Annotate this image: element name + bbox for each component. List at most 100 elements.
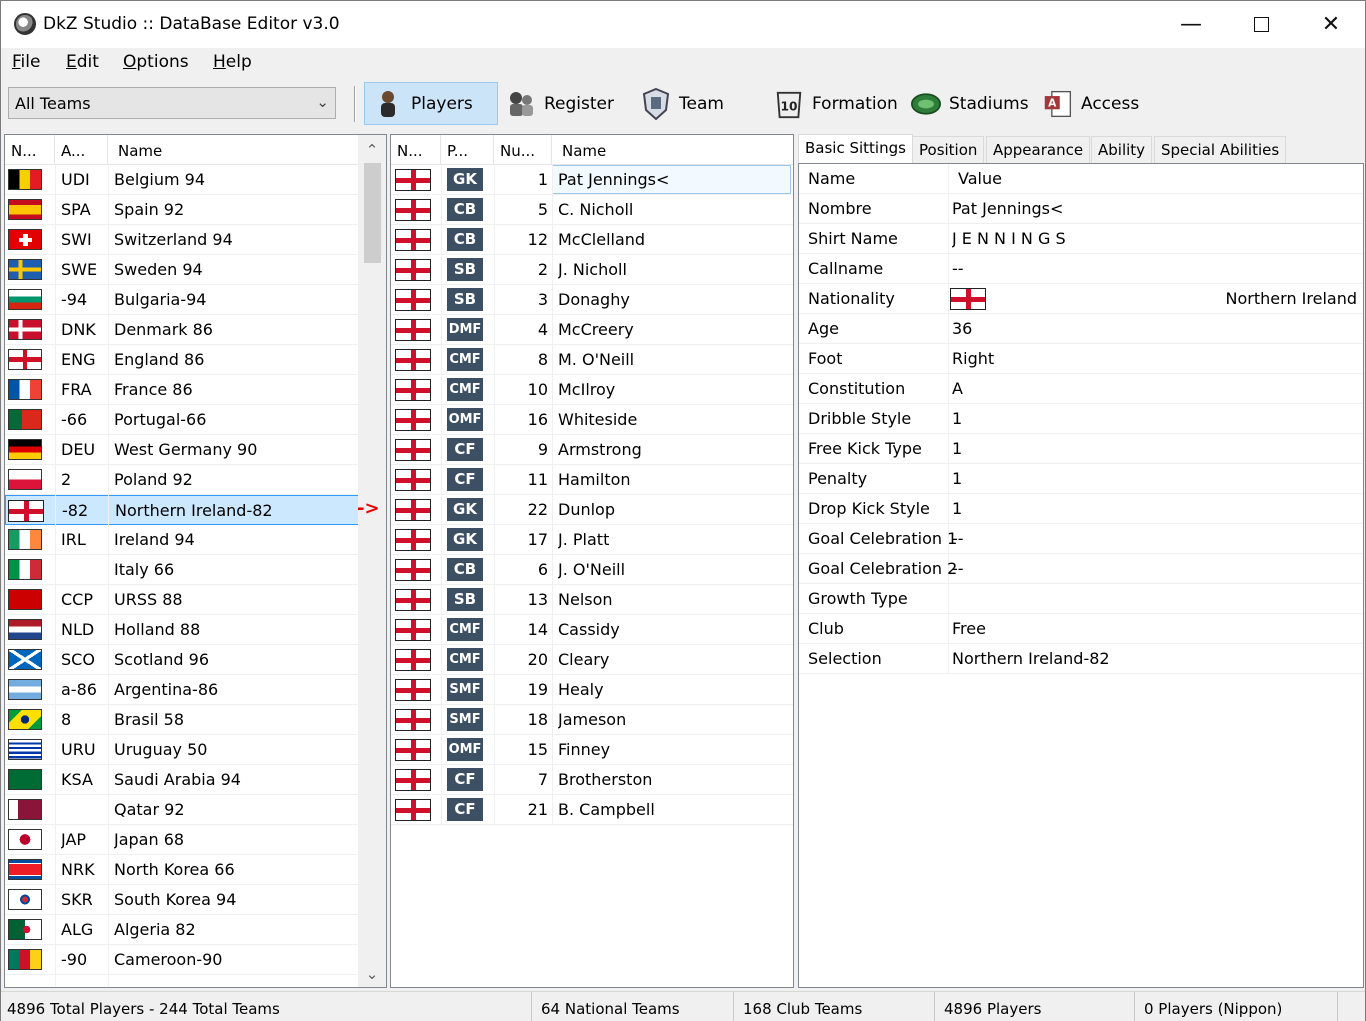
scroll-down-icon[interactable]: ⌄ xyxy=(358,961,386,987)
player-row[interactable]: GK 22 Dunlop xyxy=(391,495,793,525)
teams-col-flag[interactable]: N... xyxy=(5,135,55,165)
team-row[interactable]: SPA Spain 92 xyxy=(5,195,360,225)
team-row[interactable]: ENG England 86 xyxy=(5,345,360,375)
team-row[interactable]: CCP URSS 88 xyxy=(5,585,360,615)
nireland-flag-icon xyxy=(395,619,431,641)
property-row[interactable]: Dribble Style 1 xyxy=(799,404,1363,434)
property-row[interactable]: Age 36 xyxy=(799,314,1363,344)
property-row[interactable]: Shirt Name J E N N I N G S xyxy=(799,224,1363,254)
players-col-name[interactable]: Name xyxy=(552,135,793,165)
teams-scrollbar[interactable]: ⌃ ⌄ xyxy=(358,135,386,987)
team-row[interactable]: URU Uruguay 50 xyxy=(5,735,360,765)
team-row[interactable]: -90 Cameroon-90 xyxy=(5,945,360,975)
property-row[interactable]: Goal Celebration 1 -- xyxy=(799,524,1363,554)
team-row[interactable]: IRL Ireland 94 xyxy=(5,525,360,555)
team-row[interactable]: NLD Holland 88 xyxy=(5,615,360,645)
property-row[interactable]: Free Kick Type 1 xyxy=(799,434,1363,464)
player-row[interactable]: CF 11 Hamilton xyxy=(391,465,793,495)
team-row[interactable]: Italy 66 xyxy=(5,555,360,585)
player-row[interactable]: SB 3 Donaghy xyxy=(391,285,793,315)
property-row[interactable]: Penalty 1 xyxy=(799,464,1363,494)
player-row[interactable]: CMF 20 Cleary xyxy=(391,645,793,675)
teams-col-abbr[interactable]: A... xyxy=(55,135,108,165)
player-number: 17 xyxy=(527,530,548,549)
property-row[interactable]: Callname -- xyxy=(799,254,1363,284)
team-name: Saudi Arabia 94 xyxy=(114,770,241,789)
team-filter-dropdown[interactable]: All Teams ⌄ xyxy=(8,87,336,119)
team-row[interactable]: 8 Brasil 58 xyxy=(5,705,360,735)
scroll-thumb[interactable] xyxy=(364,163,381,263)
close-button[interactable]: ✕ xyxy=(1296,1,1366,48)
team-row[interactable]: SKR South Korea 94 xyxy=(5,885,360,915)
scroll-up-icon[interactable]: ⌃ xyxy=(358,137,386,163)
team-row[interactable]: SCO Scotland 96 xyxy=(5,645,360,675)
menu-edit[interactable]: Edit xyxy=(66,52,99,72)
player-row[interactable]: OMF 16 Whiteside xyxy=(391,405,793,435)
property-row[interactable]: Constitution A xyxy=(799,374,1363,404)
team-row[interactable]: Qatar 92 xyxy=(5,795,360,825)
players-button[interactable]: Players xyxy=(364,82,498,125)
team-row[interactable]: -82 Northern Ireland-82 xyxy=(5,495,360,525)
menu-help[interactable]: Help xyxy=(213,52,252,72)
team-row[interactable]: DEU West Germany 90 xyxy=(5,435,360,465)
tab-special-abilities[interactable]: Special Abilities xyxy=(1154,136,1287,164)
formation-button[interactable]: 10 Formation xyxy=(766,82,906,125)
menu-file[interactable]: File xyxy=(12,52,40,72)
player-row[interactable]: SB 2 J. Nicholl xyxy=(391,255,793,285)
menu-options[interactable]: Options xyxy=(123,52,189,72)
team-row[interactable]: NRK North Korea 66 xyxy=(5,855,360,885)
team-button[interactable]: Team xyxy=(633,82,732,125)
tab-appearance[interactable]: Appearance xyxy=(986,136,1091,164)
teams-col-name[interactable]: Name xyxy=(108,135,360,165)
players-col-num[interactable]: Nu... xyxy=(494,135,552,165)
team-row[interactable]: SWI Switzerland 94 xyxy=(5,225,360,255)
team-row[interactable]: UDI Belgium 94 xyxy=(5,165,360,195)
player-row[interactable]: SMF 19 Healy xyxy=(391,675,793,705)
player-row[interactable]: CMF 8 M. O'Neill xyxy=(391,345,793,375)
player-row[interactable]: CB 5 C. Nicholl xyxy=(391,195,793,225)
property-row[interactable]: Club Free xyxy=(799,614,1363,644)
player-row[interactable]: CF 21 B. Campbell xyxy=(391,795,793,825)
player-row[interactable]: CF 9 Armstrong xyxy=(391,435,793,465)
team-row[interactable]: -66 Portugal-66 xyxy=(5,405,360,435)
player-name: M. O'Neill xyxy=(558,350,635,369)
property-row[interactable]: Nombre Pat Jennings< xyxy=(799,194,1363,224)
property-row[interactable]: Nationality Northern Ireland xyxy=(799,284,1363,314)
player-row[interactable]: CB 6 J. O'Neill xyxy=(391,555,793,585)
player-row[interactable]: SB 13 Nelson xyxy=(391,585,793,615)
tab-basic-sittings[interactable]: Basic Sittings xyxy=(798,134,913,165)
maximize-button[interactable] xyxy=(1226,1,1296,48)
team-row[interactable]: 2 Poland 92 xyxy=(5,465,360,495)
team-name: Argentina-86 xyxy=(114,680,219,699)
team-row[interactable]: JAP Japan 68 xyxy=(5,825,360,855)
tab-position[interactable]: Position xyxy=(912,136,985,164)
team-row[interactable]: FRA France 86 xyxy=(5,375,360,405)
tab-ability[interactable]: Ability xyxy=(1091,136,1153,164)
player-row[interactable]: GK 17 J. Platt xyxy=(391,525,793,555)
player-row[interactable]: CB 12 McClelland xyxy=(391,225,793,255)
property-row[interactable]: Goal Celebration 2 -- xyxy=(799,554,1363,584)
team-row[interactable]: KSA Saudi Arabia 94 xyxy=(5,765,360,795)
player-row[interactable]: CF 7 Brotherston xyxy=(391,765,793,795)
team-row[interactable]: DNK Denmark 86 xyxy=(5,315,360,345)
team-row[interactable]: a-86 Argentina-86 xyxy=(5,675,360,705)
register-button[interactable]: Register xyxy=(498,82,622,125)
stadiums-button[interactable]: Stadiums xyxy=(903,82,1037,125)
player-row[interactable]: DMF 4 McCreery xyxy=(391,315,793,345)
minimize-button[interactable]: — xyxy=(1156,1,1226,48)
property-row[interactable]: Growth Type xyxy=(799,584,1363,614)
property-row[interactable]: Foot Right xyxy=(799,344,1363,374)
player-row[interactable]: CMF 10 McIlroy xyxy=(391,375,793,405)
access-button[interactable]: A Access xyxy=(1035,82,1147,125)
property-row[interactable]: Drop Kick Style 1 xyxy=(799,494,1363,524)
property-row[interactable]: Selection Northern Ireland-82 xyxy=(799,644,1363,674)
player-row[interactable]: CMF 14 Cassidy xyxy=(391,615,793,645)
team-row[interactable]: -94 Bulgaria-94 xyxy=(5,285,360,315)
player-row[interactable]: GK 1 Pat Jennings< xyxy=(391,165,793,195)
team-row[interactable]: SWE Sweden 94 xyxy=(5,255,360,285)
player-row[interactable]: SMF 18 Jameson xyxy=(391,705,793,735)
players-col-pos[interactable]: P... xyxy=(441,135,494,165)
player-row[interactable]: OMF 15 Finney xyxy=(391,735,793,765)
team-row[interactable]: ALG Algeria 82 xyxy=(5,915,360,945)
players-col-nat[interactable]: N... xyxy=(391,135,441,165)
